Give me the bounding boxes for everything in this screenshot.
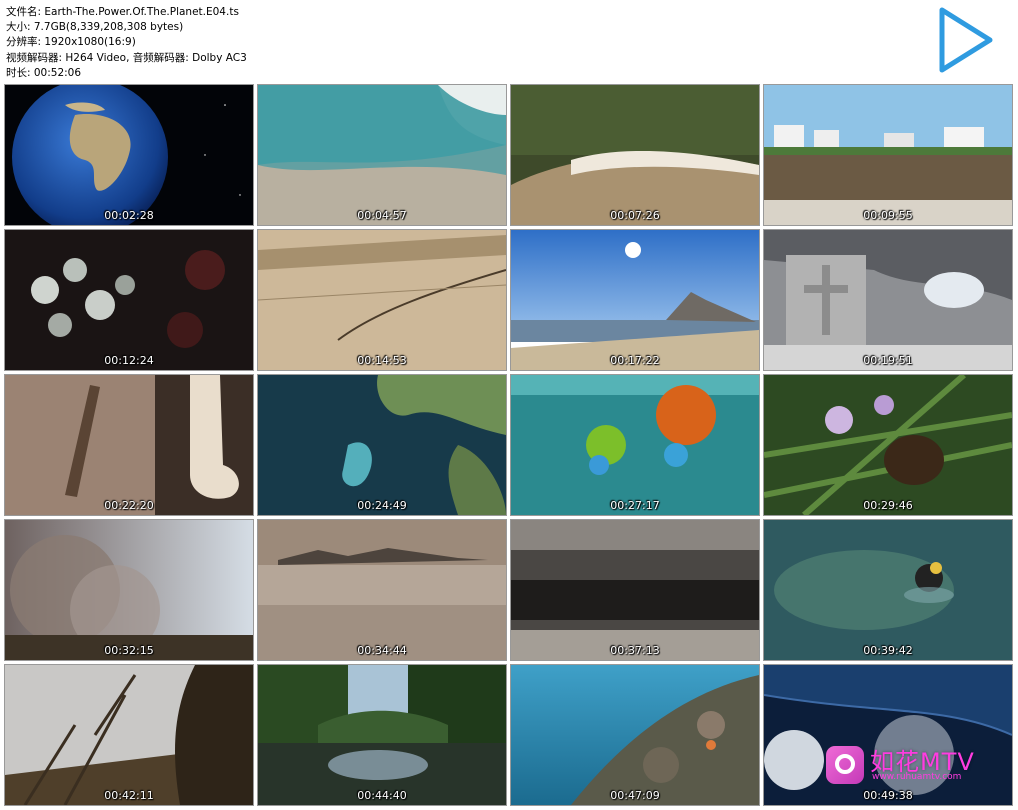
play-icon[interactable] — [934, 4, 996, 76]
timestamp: 00:24:49 — [357, 499, 407, 512]
thumbnail[interactable]: 00:17:22 — [511, 230, 759, 370]
thumbnail-grid: 00:02:28 00:04:57 00:07:26 00:09:55 00:1… — [5, 85, 1012, 805]
file-codecs: 视频解码器: H264 Video, 音频解码器: Dolby AC3 — [6, 51, 247, 64]
timestamp: 00:44:40 — [357, 789, 407, 802]
timestamp: 00:09:55 — [863, 209, 913, 222]
thumbnail-image — [5, 85, 253, 225]
thumbnail[interactable]: 00:02:28 — [5, 85, 253, 225]
timestamp: 00:39:42 — [863, 644, 913, 657]
thumbnail-image — [511, 520, 759, 660]
timestamp: 00:12:24 — [104, 354, 154, 367]
thumbnail-image — [258, 85, 506, 225]
thumbnail-image — [5, 375, 253, 515]
watermark-logo-icon — [826, 746, 864, 784]
timestamp: 00:42:11 — [104, 789, 154, 802]
file-resolution: 分辨率: 1920x1080(16:9) — [6, 36, 136, 49]
timestamp: 00:22:20 — [104, 499, 154, 512]
thumbnail[interactable]: 00:29:46 — [764, 375, 1012, 515]
file-size: 大小: 7.7GB(8,339,208,308 bytes) — [6, 21, 184, 34]
thumbnail[interactable]: 00:24:49 — [258, 375, 506, 515]
timestamp: 00:29:46 — [863, 499, 913, 512]
thumbnail[interactable]: 00:32:15 — [5, 520, 253, 660]
thumbnail-image — [511, 375, 759, 515]
thumbnail[interactable]: 00:07:26 — [511, 85, 759, 225]
thumbnail[interactable]: 00:12:24 — [5, 230, 253, 370]
thumbnail-image — [764, 520, 1012, 660]
timestamp: 00:19:51 — [863, 354, 913, 367]
thumbnail[interactable]: 00:22:20 — [5, 375, 253, 515]
file-name: 文件名: Earth-The.Power.Of.The.Planet.E04.t… — [6, 6, 239, 18]
timestamp: 00:34:44 — [357, 644, 407, 657]
watermark-url: www.ruhuamtv.com — [872, 772, 962, 782]
thumbnail-image — [258, 375, 506, 515]
thumbnail[interactable]: 00:47:09 — [511, 665, 759, 805]
thumbnail[interactable]: 00:37:13 — [511, 520, 759, 660]
thumbnail-image — [764, 375, 1012, 515]
timestamp: 00:49:38 — [863, 789, 913, 802]
thumbnail[interactable]: 00:09:55 — [764, 85, 1012, 225]
timestamp: 00:17:22 — [610, 354, 660, 367]
thumbnail[interactable]: 00:39:42 — [764, 520, 1012, 660]
thumbnail-image — [764, 230, 1012, 370]
timestamp: 00:47:09 — [610, 789, 660, 802]
thumbnail[interactable]: 00:04:57 — [258, 85, 506, 225]
watermark: 如花MTV www.ruhuamtv.com — [826, 740, 996, 790]
thumbnail-image — [511, 85, 759, 225]
thumbnail-image — [258, 230, 506, 370]
thumbnail-image — [5, 520, 253, 660]
thumbnail[interactable]: 00:34:44 — [258, 520, 506, 660]
thumbnail-image — [511, 665, 759, 805]
thumbnail-image — [764, 85, 1012, 225]
file-duration: 时长: 00:52:06 — [6, 66, 82, 79]
thumbnail-image — [5, 665, 253, 805]
timestamp: 00:04:57 — [357, 209, 407, 222]
thumbnail[interactable]: 00:14:53 — [258, 230, 506, 370]
thumbnail-image — [511, 230, 759, 370]
timestamp: 00:02:28 — [104, 209, 154, 222]
timestamp: 00:37:13 — [610, 644, 660, 657]
thumbnail[interactable]: 00:44:40 — [258, 665, 506, 805]
thumbnail-image — [258, 665, 506, 805]
thumbnail[interactable]: 00:27:17 — [511, 375, 759, 515]
timestamp: 00:14:53 — [357, 354, 407, 367]
timestamp: 00:07:26 — [610, 209, 660, 222]
timestamp: 00:27:17 — [610, 499, 660, 512]
thumbnail[interactable]: 00:42:11 — [5, 665, 253, 805]
thumbnail[interactable]: 00:19:51 — [764, 230, 1012, 370]
thumbnail-image — [5, 230, 253, 370]
thumbnail-image — [258, 520, 506, 660]
timestamp: 00:32:15 — [104, 644, 154, 657]
file-info: 文件名: Earth-The.Power.Of.The.Planet.E04.t… — [6, 5, 247, 81]
